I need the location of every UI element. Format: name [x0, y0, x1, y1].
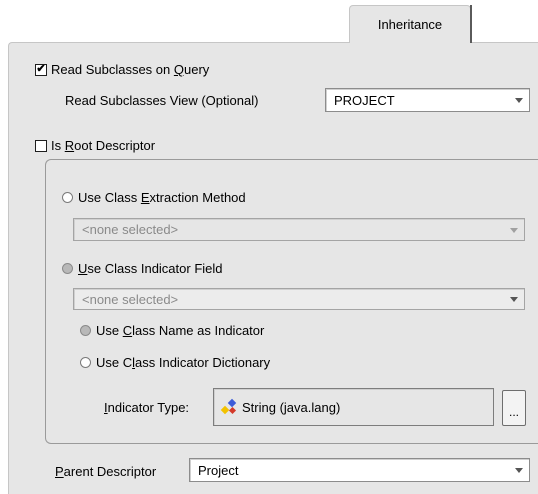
tab-label: Inheritance: [377, 17, 443, 32]
read-subclasses-view-label: Read Subclasses View (Optional): [65, 93, 259, 108]
chevron-down-icon: [515, 468, 523, 473]
class-name-indicator-radio[interactable]: [80, 325, 91, 336]
browse-button[interactable]: ...: [502, 390, 526, 426]
indicator-field-radio[interactable]: [62, 263, 73, 274]
read-subclasses-label: Read Subclasses on Query: [51, 62, 210, 77]
chevron-down-icon: [510, 297, 518, 302]
indicator-dictionary-radio-row[interactable]: Use Class Indicator Dictionary: [80, 355, 270, 370]
read-subclasses-view-value: PROJECT: [334, 92, 395, 108]
extraction-method-radio-row[interactable]: Use Class Extraction Method: [62, 190, 246, 205]
indicator-field-label: Use Class Indicator Field: [78, 261, 223, 276]
extraction-method-label: Use Class Extraction Method: [78, 190, 246, 205]
indicator-type-label: Indicator Type:: [104, 400, 190, 415]
java-class-icon: [220, 398, 237, 415]
tab-inheritance[interactable]: Inheritance: [349, 5, 471, 43]
is-root-checkbox-row[interactable]: Is Root Descriptor: [35, 138, 155, 153]
browse-button-label: ...: [508, 405, 519, 419]
chevron-down-icon: [510, 227, 518, 233]
is-root-label: Is Root Descriptor: [51, 138, 156, 153]
read-subclasses-checkbox[interactable]: ✔: [35, 63, 47, 76]
indicator-type-field[interactable]: String (java.lang): [213, 388, 494, 426]
tab-edge: [470, 5, 472, 43]
class-name-indicator-radio-row[interactable]: Use Class Name as Indicator: [80, 323, 264, 338]
read-subclasses-view-combo[interactable]: PROJECT: [325, 88, 530, 112]
chevron-down-icon: [515, 98, 523, 103]
extraction-method-radio[interactable]: [62, 192, 73, 203]
extraction-method-combo[interactable]: <none selected>: [73, 218, 525, 241]
indicator-dictionary-radio[interactable]: [80, 357, 91, 368]
is-root-checkbox[interactable]: [35, 139, 47, 152]
indicator-field-radio-row[interactable]: Use Class Indicator Field: [62, 261, 223, 276]
parent-descriptor-value: Project: [198, 462, 239, 478]
parent-descriptor-label: Parent Descriptor: [55, 464, 157, 479]
extraction-method-value: <none selected>: [82, 222, 179, 237]
class-name-indicator-label: Use Class Name as Indicator: [96, 323, 265, 338]
indicator-field-combo[interactable]: <none selected>: [73, 288, 525, 310]
indicator-type-value: String (java.lang): [242, 399, 341, 415]
indicator-field-value: <none selected>: [82, 291, 179, 307]
read-subclasses-checkbox-row[interactable]: ✔ Read Subclasses on Query: [35, 62, 209, 77]
indicator-dictionary-label: Use Class Indicator Dictionary: [96, 355, 271, 370]
parent-descriptor-combo[interactable]: Project: [189, 458, 530, 482]
